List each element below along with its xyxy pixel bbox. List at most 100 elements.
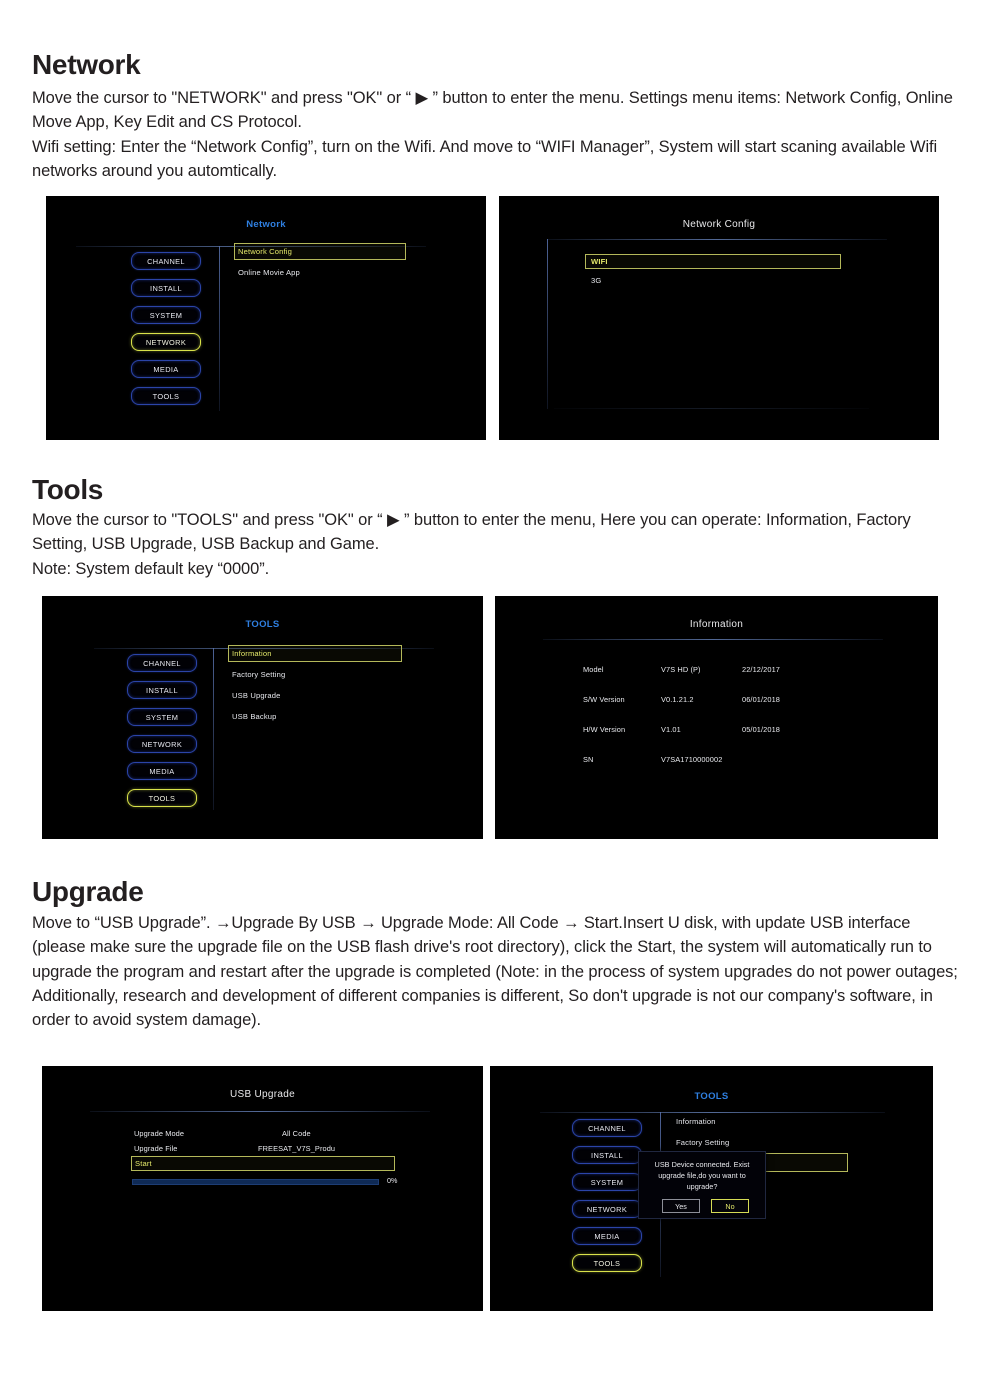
nav-button-label: INSTALL xyxy=(591,1150,623,1160)
nav-button-tools[interactable]: TOOLS xyxy=(131,387,201,405)
nav-button-system[interactable]: SYSTEM xyxy=(127,708,197,726)
osd-divider xyxy=(543,639,883,640)
menu-item-factory-setting[interactable]: Factory Setting xyxy=(232,670,285,679)
menu-item-usb-backup[interactable]: USB Backup xyxy=(232,712,277,721)
section-heading-upgrade: Upgrade xyxy=(32,876,144,907)
menu-item-information[interactable]: Information xyxy=(232,649,272,658)
osd-title-tools: TOOLS xyxy=(694,1090,729,1102)
nav-button-label: NETWORK xyxy=(586,1204,628,1214)
info-value-model: V7S HD (P) xyxy=(661,665,701,674)
selection-highlight-box xyxy=(131,1156,395,1171)
nav-button-label: MEDIA xyxy=(153,364,179,374)
upgrade-value-file[interactable]: FREESAT_V7S_Produ xyxy=(258,1144,335,1153)
osd-bottom-divider xyxy=(554,408,869,409)
screenshot-network-menu: Network CHANNEL INSTALL SYSTEM NETWORK M… xyxy=(46,196,486,440)
nav-button-label: TOOLS xyxy=(152,391,180,401)
nav-button-network[interactable]: NETWORK xyxy=(572,1200,642,1218)
section-body-network: Move the cursor to "NETWORK" and press "… xyxy=(32,86,962,183)
selection-highlight-box xyxy=(585,254,841,269)
manual-page: Network Move the cursor to "NETWORK" and… xyxy=(0,0,992,1382)
menu-item-online-movie-app[interactable]: Online Movie App xyxy=(238,268,300,277)
menu-item-information[interactable]: Information xyxy=(676,1117,716,1126)
osd-vertical-divider xyxy=(219,246,220,411)
upgrade-label-mode: Upgrade Mode xyxy=(134,1129,185,1138)
upgrade-value-mode[interactable]: All Code xyxy=(282,1129,311,1138)
nav-button-network[interactable]: NETWORK xyxy=(131,333,201,351)
nav-button-label: MEDIA xyxy=(594,1231,620,1241)
nav-button-system[interactable]: SYSTEM xyxy=(131,306,201,324)
section-heading-network: Network xyxy=(32,49,141,80)
menu-item-network-config[interactable]: Network Config xyxy=(238,247,292,256)
nav-button-media[interactable]: MEDIA xyxy=(131,360,201,378)
nav-button-media[interactable]: MEDIA xyxy=(127,762,197,780)
dialog-message: USB Device connected. Exist upgrade file… xyxy=(654,1160,750,1191)
section-body-upgrade: Move to “USB Upgrade”. →Upgrade By USB →… xyxy=(32,911,967,1032)
nav-button-install[interactable]: INSTALL xyxy=(572,1146,642,1164)
osd-title-network: Network xyxy=(246,219,286,231)
osd-left-edge xyxy=(547,239,548,409)
info-value-sn: V7SA1710000002 xyxy=(661,755,723,764)
nav-button-label: CHANNEL xyxy=(588,1123,626,1133)
nav-button-label: SYSTEM xyxy=(590,1177,624,1187)
info-date-hw-version: 05/01/2018 xyxy=(742,725,780,734)
upgrade-paragraph-1: Move to “USB Upgrade”. →Upgrade By USB →… xyxy=(32,914,958,1030)
info-label-sn: SN xyxy=(583,755,594,764)
menu-item-3g[interactable]: 3G xyxy=(591,276,601,285)
nav-button-label: INSTALL xyxy=(150,283,182,293)
nav-button-channel[interactable]: CHANNEL xyxy=(131,252,201,270)
osd-title-tools: TOOLS xyxy=(245,619,280,631)
info-value-hw-version: V1.01 xyxy=(661,725,681,734)
screenshot-tools-menu: TOOLS CHANNEL INSTALL SYSTEM NETWORK MED… xyxy=(42,596,483,839)
screenshot-network-config: Network Config WIFI 3G xyxy=(499,196,939,440)
osd-divider xyxy=(540,1112,885,1113)
nav-button-tools[interactable]: TOOLS xyxy=(127,789,197,807)
screenshot-usb-upgrade: USB Upgrade Upgrade Mode All Code Upgrad… xyxy=(42,1066,483,1311)
info-date-model: 22/12/2017 xyxy=(742,665,780,674)
nav-button-network[interactable]: NETWORK xyxy=(127,735,197,753)
osd-title-network-config: Network Config xyxy=(682,219,756,231)
osd-divider xyxy=(90,1111,430,1112)
nav-button-system[interactable]: SYSTEM xyxy=(572,1173,642,1191)
screenshot-tools-usb-dialog: TOOLS CHANNEL INSTALL SYSTEM NETWORK MED… xyxy=(490,1066,933,1311)
dialog-no-button[interactable]: No xyxy=(711,1199,749,1213)
menu-item-factory-setting[interactable]: Factory Setting xyxy=(676,1138,729,1147)
nav-button-channel[interactable]: CHANNEL xyxy=(127,654,197,672)
info-label-hw-version: H/W Version xyxy=(583,725,626,734)
osd-title-information: Information xyxy=(689,619,744,631)
nav-button-label: INSTALL xyxy=(146,685,178,695)
dialog-yes-label: Yes xyxy=(675,1201,687,1211)
nav-button-label: CHANNEL xyxy=(143,658,181,668)
info-date-sw-version: 06/01/2018 xyxy=(742,695,780,704)
info-label-sw-version: S/W Version xyxy=(583,695,625,704)
menu-item-usb-upgrade[interactable]: USB Upgrade xyxy=(232,691,281,700)
nav-button-channel[interactable]: CHANNEL xyxy=(572,1119,642,1137)
section-body-tools: Move the cursor to "TOOLS" and press "OK… xyxy=(32,508,962,581)
dialog-yes-button[interactable]: Yes xyxy=(662,1199,700,1213)
nav-button-install[interactable]: INSTALL xyxy=(131,279,201,297)
upgrade-progress-percent: 0% xyxy=(387,1176,398,1185)
nav-button-label: NETWORK xyxy=(145,337,187,347)
tools-paragraph-2: Note: System default key “0000”. xyxy=(32,559,270,578)
nav-button-tools[interactable]: TOOLS xyxy=(572,1254,642,1272)
menu-item-wifi[interactable]: WIFI xyxy=(591,257,608,266)
dialog-no-label: No xyxy=(725,1201,735,1211)
nav-button-label: TOOLS xyxy=(148,793,176,803)
upgrade-progress-bar xyxy=(132,1179,379,1185)
info-label-model: Model xyxy=(583,665,604,674)
nav-button-media[interactable]: MEDIA xyxy=(572,1227,642,1245)
osd-divider xyxy=(547,239,887,240)
tools-paragraph-1: Move the cursor to "TOOLS" and press "OK… xyxy=(32,511,911,554)
usb-upgrade-dialog: USB Device connected. Exist upgrade file… xyxy=(638,1151,766,1219)
osd-vertical-divider xyxy=(213,648,214,810)
start-button[interactable]: Start xyxy=(135,1159,152,1168)
nav-button-install[interactable]: INSTALL xyxy=(127,681,197,699)
network-paragraph-1: Move the cursor to "NETWORK" and press "… xyxy=(32,89,953,132)
nav-button-label: NETWORK xyxy=(141,739,183,749)
info-value-sw-version: V0.1.21.2 xyxy=(661,695,694,704)
section-heading-tools: Tools xyxy=(32,474,104,505)
nav-button-label: TOOLS xyxy=(593,1258,621,1268)
nav-button-label: SYSTEM xyxy=(149,310,183,320)
upgrade-label-file: Upgrade File xyxy=(134,1144,178,1153)
nav-button-label: CHANNEL xyxy=(147,256,185,266)
nav-button-label: SYSTEM xyxy=(145,712,179,722)
